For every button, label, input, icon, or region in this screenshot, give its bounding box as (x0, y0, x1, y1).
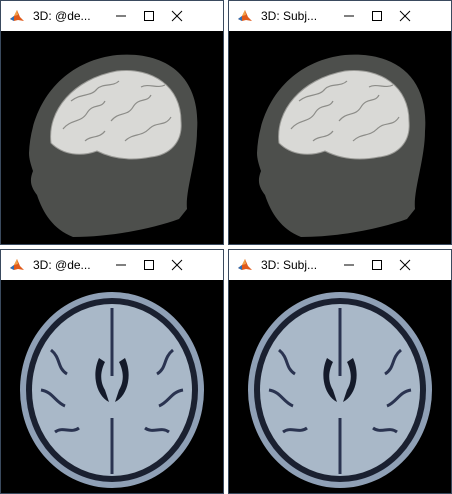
minimize-button[interactable] (335, 1, 363, 31)
minimize-icon (344, 15, 354, 17)
close-icon (171, 10, 183, 22)
close-icon (399, 259, 411, 271)
head-surface-render[interactable] (1, 31, 223, 244)
minimize-button[interactable] (335, 250, 363, 280)
desktop: 3D: @de... 3D: Subj... 3D: @de... 3D: Su… (0, 0, 452, 494)
maximize-icon (372, 260, 382, 270)
maximize-button[interactable] (135, 250, 163, 280)
head-surface-render[interactable] (229, 31, 451, 244)
figure-window-2[interactable]: 3D: Subj... (228, 0, 452, 245)
mri-viewport[interactable] (1, 280, 223, 493)
window-title: 3D: @de... (33, 9, 91, 23)
axial-mri-slice[interactable] (229, 280, 451, 493)
mri-viewport[interactable] (229, 280, 451, 493)
matlab-icon (9, 257, 25, 273)
maximize-button[interactable] (363, 250, 391, 280)
minimize-icon (116, 15, 126, 17)
close-button[interactable] (391, 1, 419, 31)
3d-viewport[interactable] (229, 31, 451, 244)
figure-window-1[interactable]: 3D: @de... (0, 0, 224, 245)
close-button[interactable] (163, 250, 191, 280)
matlab-icon (237, 257, 253, 273)
window-title: 3D: @de... (33, 258, 91, 272)
maximize-button[interactable] (135, 1, 163, 31)
close-button[interactable] (391, 250, 419, 280)
figure-window-4[interactable]: 3D: Subj... (228, 249, 452, 494)
maximize-icon (144, 260, 154, 270)
title-bar[interactable]: 3D: @de... (1, 250, 223, 280)
matlab-icon (9, 8, 25, 24)
title-bar[interactable]: 3D: Subj... (229, 250, 451, 280)
figure-window-3[interactable]: 3D: @de... (0, 249, 224, 494)
maximize-icon (372, 11, 382, 21)
window-title: 3D: Subj... (261, 258, 318, 272)
minimize-button[interactable] (107, 250, 135, 280)
maximize-icon (144, 11, 154, 21)
axial-mri-slice[interactable] (1, 280, 223, 493)
close-button[interactable] (163, 1, 191, 31)
maximize-button[interactable] (363, 1, 391, 31)
matlab-icon (237, 8, 253, 24)
minimize-icon (116, 264, 126, 266)
title-bar[interactable]: 3D: Subj... (229, 1, 451, 31)
close-icon (171, 259, 183, 271)
window-title: 3D: Subj... (261, 9, 318, 23)
minimize-button[interactable] (107, 1, 135, 31)
minimize-icon (344, 264, 354, 266)
close-icon (399, 10, 411, 22)
title-bar[interactable]: 3D: @de... (1, 1, 223, 31)
3d-viewport[interactable] (1, 31, 223, 244)
